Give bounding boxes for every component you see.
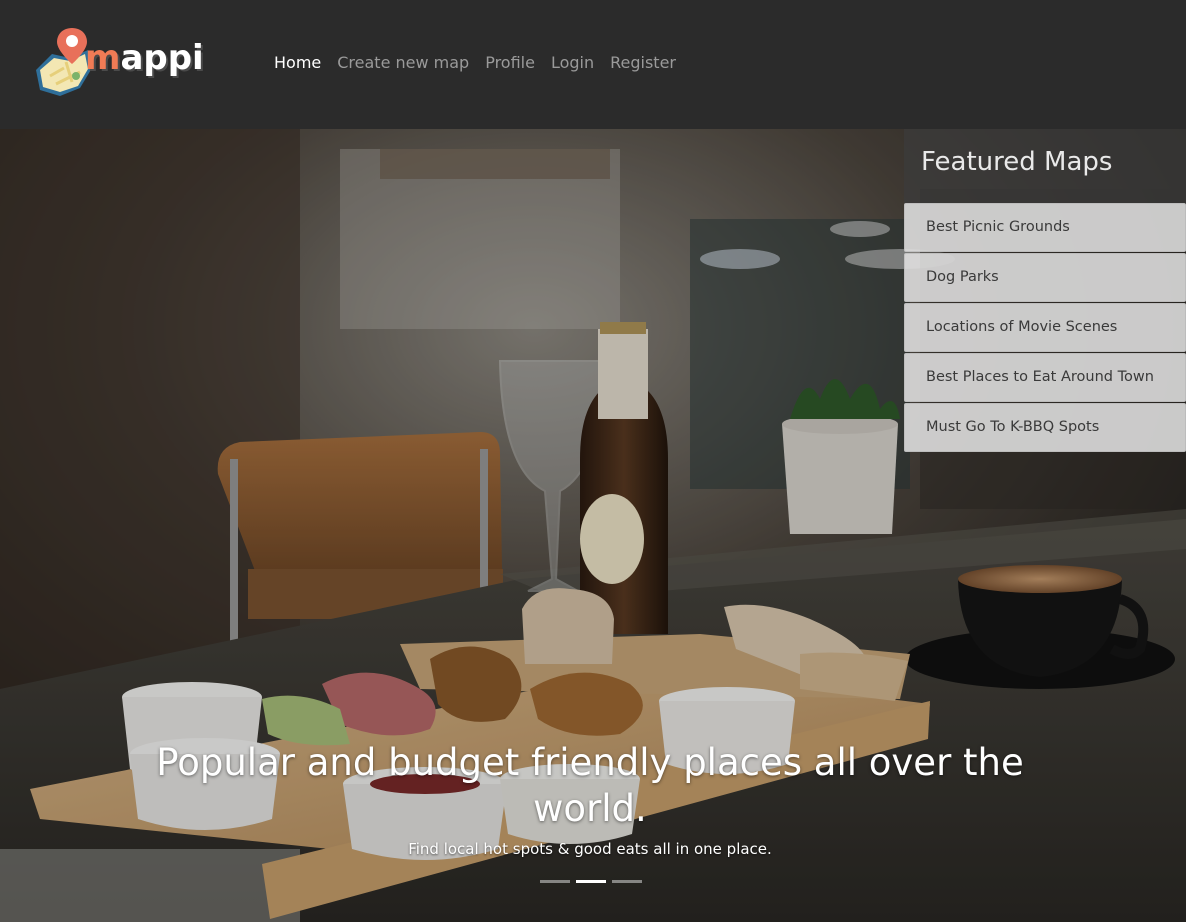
featured-map-item[interactable]: Dog Parks — [904, 253, 1186, 302]
carousel-indicator-2[interactable] — [576, 880, 606, 883]
carousel-indicator-1[interactable] — [540, 880, 570, 883]
brand-wordmark: mappi — [85, 38, 204, 78]
featured-map-item[interactable]: Must Go To K-BBQ Spots — [904, 403, 1186, 452]
top-navbar: mappi Home Create new map Profile Login … — [0, 0, 1186, 129]
carousel-subheading: Find local hot spots & good eats all in … — [408, 840, 772, 858]
featured-map-item[interactable]: Best Picnic Grounds — [904, 203, 1186, 252]
carousel-indicators — [540, 880, 642, 883]
nav-create-new-map[interactable]: Create new map — [337, 53, 469, 72]
main-nav: Home Create new map Profile Login Regist… — [274, 53, 676, 72]
featured-maps-panel: Featured Maps Best Picnic Grounds Dog Pa… — [904, 129, 1186, 453]
nav-home[interactable]: Home — [274, 53, 321, 72]
nav-register[interactable]: Register — [610, 53, 676, 72]
nav-login[interactable]: Login — [551, 53, 594, 72]
featured-maps-list: Best Picnic Grounds Dog Parks Locations … — [904, 203, 1186, 452]
featured-map-item[interactable]: Locations of Movie Scenes — [904, 303, 1186, 352]
carousel-heading: Popular and budget friendly places all o… — [156, 741, 1024, 830]
nav-profile[interactable]: Profile — [485, 53, 535, 72]
carousel-caption: Popular and budget friendly places all o… — [140, 740, 1040, 858]
carousel-indicator-3[interactable] — [612, 880, 642, 883]
featured-maps-title: Featured Maps — [904, 129, 1186, 203]
featured-map-item[interactable]: Best Places to Eat Around Town — [904, 353, 1186, 402]
brand-logo[interactable]: mappi — [30, 24, 204, 104]
